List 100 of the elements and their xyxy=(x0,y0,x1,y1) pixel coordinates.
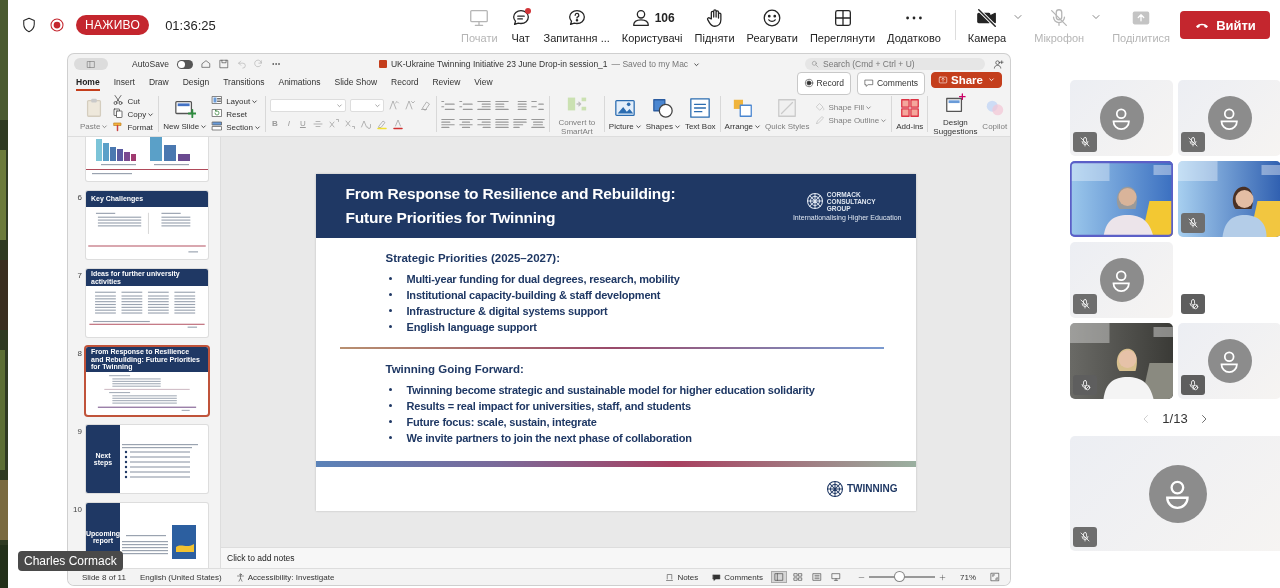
avatar-icon xyxy=(1207,339,1252,383)
raise-hand-button[interactable]: Підняти xyxy=(694,6,735,44)
design-icon xyxy=(944,92,967,115)
caret-icon xyxy=(101,123,109,131)
meeting-timer: 01:36:25 xyxy=(165,17,216,33)
camera-off-icon xyxy=(976,6,998,29)
add-ins-icon xyxy=(898,97,921,119)
new-slide-button[interactable]: New Slide xyxy=(163,97,208,131)
text-box-button[interactable]: Text Box xyxy=(684,97,716,131)
section-heading: Strategic Priorities (2025–2027): xyxy=(385,251,561,264)
questions-button[interactable]: Запитання ... xyxy=(543,6,610,44)
picture-icon xyxy=(614,97,637,119)
bullet-icon xyxy=(388,293,392,296)
participant-tile[interactable] xyxy=(1070,242,1173,318)
add-ins-button[interactable]: Add-ins xyxy=(896,97,924,131)
scissors-icon xyxy=(112,94,125,106)
participant-tile[interactable] xyxy=(1070,436,1280,551)
text-direction-icon xyxy=(512,117,527,129)
caret-icon xyxy=(200,123,208,131)
caret-icon xyxy=(754,123,762,131)
cut-button[interactable]: Cut xyxy=(112,95,155,107)
comments-button[interactable]: Comments xyxy=(724,572,763,582)
bullet-text: Multi-year funding for dual degrees, research, mobility xyxy=(406,271,680,287)
picture-button[interactable]: Picture xyxy=(608,97,642,131)
avatar-icon xyxy=(1099,96,1144,140)
participant-tile[interactable] xyxy=(1178,323,1280,399)
shapes-button[interactable]: Shapes xyxy=(645,97,681,131)
home-icon xyxy=(200,59,211,69)
ribbon-tab[interactable]: View xyxy=(474,75,493,91)
layout-button[interactable]: Layout xyxy=(211,95,261,107)
participant-tile[interactable] xyxy=(1070,80,1173,156)
view-button[interactable]: Переглянути xyxy=(809,6,876,44)
ribbon-tab[interactable]: Review xyxy=(432,75,461,91)
ribbon-tab[interactable]: Design xyxy=(182,75,210,91)
camera-button[interactable]: Камера xyxy=(967,6,1007,44)
section-heading: Twinning Going Forward: xyxy=(385,362,525,375)
section-button[interactable]: Section xyxy=(211,121,261,133)
slide-number: 7 xyxy=(76,270,82,280)
accessibility-status[interactable]: Accessibility: Investigate xyxy=(247,572,335,582)
bullet-icon xyxy=(388,388,392,391)
ribbon-tab[interactable]: Insert xyxy=(113,75,135,91)
ribbon-tab[interactable]: Draw xyxy=(148,75,169,91)
slide-title: From Response to Resilience and Rebuilding: Future Priorities for Twinning xyxy=(345,183,676,228)
save-status: — Saved to my Mac xyxy=(611,59,689,69)
search-icon xyxy=(811,60,819,68)
search-field[interactable]: Search (Cmd + Ctrl + U) xyxy=(805,58,985,70)
caret-icon xyxy=(988,76,995,83)
people-button[interactable]: 106 Користувачі xyxy=(621,6,683,44)
bullet-text: Twinning become strategic and sustainable model for higher education solidarity xyxy=(406,382,815,398)
bullet-text: Results = real impact for universities, staff, and students xyxy=(406,398,691,414)
avatar-icon xyxy=(1099,258,1144,302)
leave-button[interactable]: Вийти xyxy=(1180,11,1270,39)
bullet-icon xyxy=(388,325,392,328)
font-name-field[interactable] xyxy=(269,98,346,112)
notes-placeholder[interactable]: Click to add notes xyxy=(227,553,295,563)
slide-counter: Slide 8 of 11 xyxy=(82,572,126,582)
zoom-level: 71% xyxy=(960,572,976,582)
bullet-text: Future focus: scale, sustain, integrate xyxy=(406,414,597,430)
share-button[interactable]: Share xyxy=(931,71,1002,88)
slide-number: 6 xyxy=(76,192,82,202)
caret-icon xyxy=(634,123,642,131)
sidebar-icon xyxy=(86,59,96,69)
format-button[interactable]: Format xyxy=(112,121,155,133)
ribbon-tab[interactable]: Home xyxy=(76,75,100,91)
shield-icon xyxy=(20,16,38,34)
reset-button[interactable]: Reset xyxy=(211,108,261,120)
font-color-icon xyxy=(391,117,404,130)
reading-view-icon xyxy=(812,572,822,582)
autosave-toggle[interactable] xyxy=(176,59,193,69)
participant-name: Charles Cormack xyxy=(18,551,123,571)
reset-icon xyxy=(211,107,224,119)
arrange-button[interactable]: Arrange xyxy=(724,97,762,131)
document-title: UK-Ukraine Twinning Initiative 23 June Drop-in session_1 xyxy=(390,59,608,69)
record-button[interactable]: Record xyxy=(796,71,851,95)
language-status[interactable]: English (United States) xyxy=(139,572,222,582)
bullet-icon xyxy=(388,436,392,439)
design-button[interactable]: Design Suggestions xyxy=(932,92,979,136)
autosave-label: AutoSave xyxy=(132,59,169,69)
layout-icon xyxy=(211,94,224,106)
font-size-field[interactable] xyxy=(349,98,384,112)
slider-thumb[interactable] xyxy=(894,572,904,581)
react-button[interactable]: Реагувати xyxy=(746,6,798,44)
align-left-icon xyxy=(440,117,455,129)
comments-button[interactable]: Comments xyxy=(856,71,926,95)
ribbon-tab[interactable]: Record xyxy=(391,75,419,91)
comment-icon xyxy=(863,78,874,88)
notes-button[interactable]: Notes xyxy=(677,572,699,582)
decrease-indent-icon xyxy=(476,99,491,111)
participant-tile[interactable] xyxy=(1178,80,1280,156)
ribbon-tab[interactable]: Animations xyxy=(278,75,321,91)
normal-view-button[interactable] xyxy=(771,571,787,583)
copy-button[interactable]: Copy xyxy=(112,108,155,120)
ribbon-tab[interactable]: Slide Show xyxy=(334,75,378,91)
align-text-icon xyxy=(530,117,545,129)
ribbon-tab[interactable]: Transitions xyxy=(223,75,265,91)
sidebar-toggle-button[interactable] xyxy=(74,58,108,70)
chat-button[interactable]: Чат xyxy=(509,6,532,44)
accessibility-icon xyxy=(235,572,245,582)
slide-number: 10 xyxy=(72,504,82,514)
more-button[interactable]: Додатково xyxy=(887,6,941,44)
